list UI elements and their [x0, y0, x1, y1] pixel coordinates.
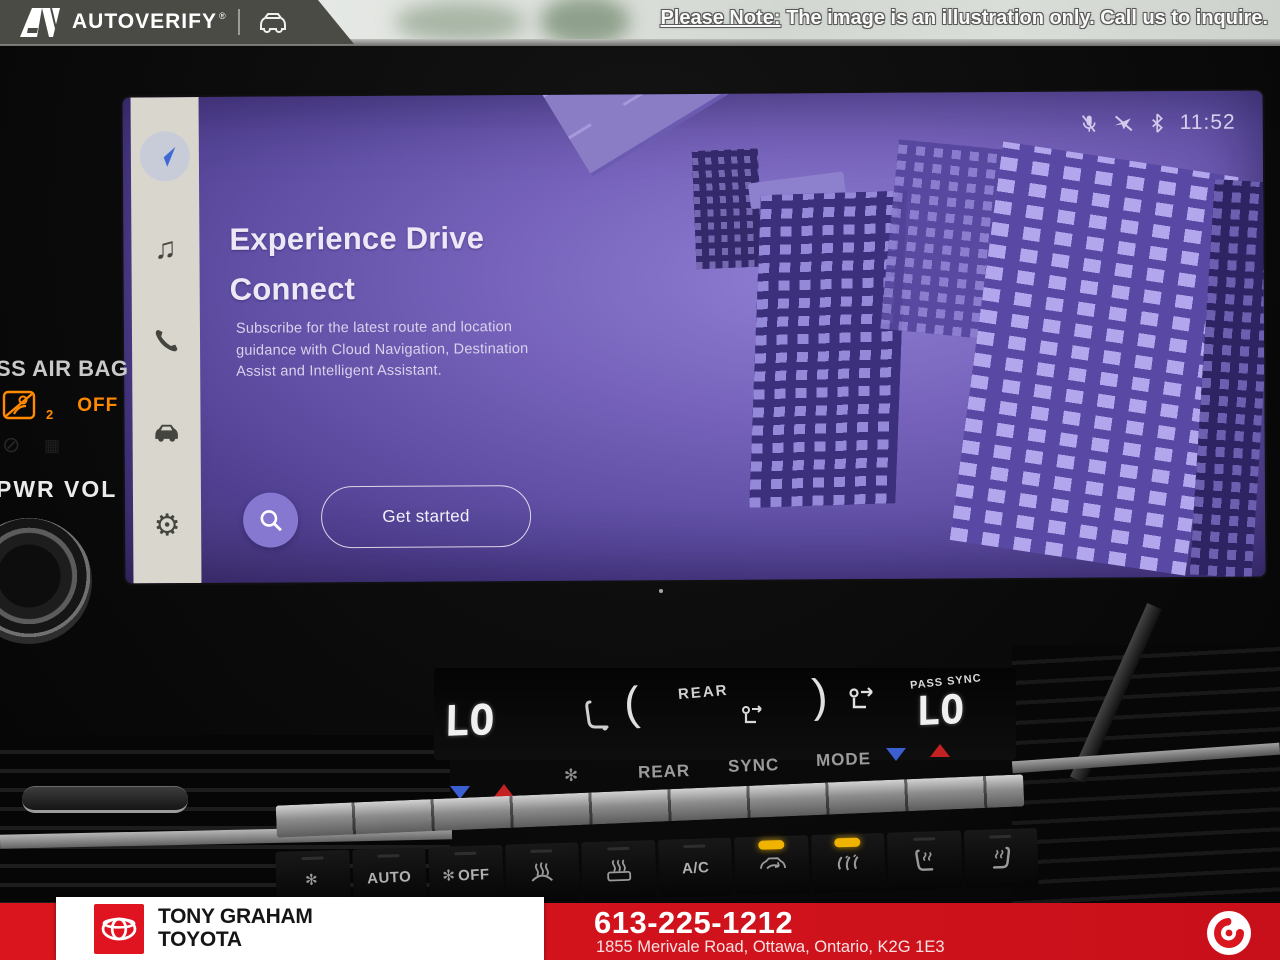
- screen-sidebar: ♫ ⚙: [131, 97, 202, 583]
- temp-up-arrow-right: [930, 744, 950, 757]
- airbag-indicator: 2 OFF: [2, 390, 118, 422]
- dealer-name-line2: TOYOTA: [158, 929, 313, 951]
- dealer-card: TONY GRAHAM TOYOTA: [56, 897, 544, 960]
- ac-label: A/C: [681, 859, 709, 877]
- fresh-air-icon: [834, 853, 863, 874]
- airbag-icon-number: 2: [46, 407, 53, 422]
- sidebar-item-settings[interactable]: ⚙: [133, 491, 201, 562]
- auto-label: AUTO: [367, 868, 412, 887]
- right-air-vent: [1012, 645, 1280, 903]
- get-started-button[interactable]: Get started: [321, 485, 531, 548]
- headline-line1: Experience Drive: [229, 213, 484, 265]
- toyota-emblem-icon: [99, 909, 139, 949]
- dealership-photo: AUTOVERIFY® Please Note: The image is an…: [0, 0, 1280, 960]
- navigation-arrow-icon: [151, 142, 179, 170]
- notice-rest: The image is an illustration only. Call …: [781, 7, 1268, 29]
- airbag-off-icon: [2, 390, 44, 422]
- sidebar-item-vehicle[interactable]: [132, 398, 200, 469]
- rear-defrost-icon: [605, 858, 632, 883]
- sync-button-label: SYNC: [728, 755, 780, 777]
- dust-speck: [659, 589, 663, 593]
- mode-button-label: MODE: [816, 749, 872, 771]
- vent-adjuster-tab: [22, 786, 188, 813]
- front-defrost-icon: [529, 860, 556, 885]
- display-bracket-right: ): [810, 672, 828, 719]
- sidebar-item-media[interactable]: ♫: [131, 213, 199, 284]
- fan-speed-icon: ✻: [564, 766, 579, 786]
- indicator-light: [758, 840, 784, 850]
- seat-icon: [582, 698, 612, 734]
- seat-heat-icon: [913, 848, 936, 873]
- search-button[interactable]: [243, 492, 298, 547]
- fan-icon: ✻: [305, 871, 318, 889]
- rear-button-label: REAR: [638, 761, 691, 783]
- dealer-address: 1855 Merivale Road, Ottawa, Ontario, K2G…: [596, 938, 945, 957]
- gps-off-icon: [1113, 113, 1135, 133]
- seat-heat-right-button: [963, 828, 1038, 888]
- indicator-light: [834, 838, 860, 848]
- sidebar-item-phone[interactable]: [132, 306, 200, 377]
- notice-text: Please Note: The image is an illustratio…: [660, 7, 1268, 30]
- vehicle-icon: [151, 423, 183, 445]
- building-tower: [749, 191, 907, 508]
- autoverify-brand-text: AUTOVERIFY: [72, 10, 217, 34]
- dim-indicator-icon: ▦: [44, 436, 60, 456]
- dealer-phone: 613-225-1212: [594, 905, 793, 941]
- city-illustration: [543, 91, 1266, 581]
- airflow-face-icon: [844, 684, 878, 716]
- off-label: OFF: [457, 866, 489, 885]
- airflow-face-icon: [738, 702, 766, 730]
- passenger-airbag-label: SS AIR BAG: [0, 356, 129, 382]
- notice-label: Please Note:: [660, 7, 780, 29]
- dim-indicator-icon: ⊘: [2, 432, 20, 458]
- lane-markings: [568, 91, 979, 140]
- temp-down-arrow-right: [886, 748, 906, 761]
- fresh-air-button: [811, 833, 886, 893]
- ac-button: A/C: [658, 838, 733, 898]
- recirculation-icon: [756, 856, 787, 875]
- mic-muted-icon: [1081, 114, 1097, 134]
- search-icon: [258, 507, 284, 533]
- clock: 11:52: [1180, 111, 1236, 135]
- divider: [238, 9, 240, 35]
- phone-icon: [151, 326, 181, 356]
- display-bracket-left: (: [622, 680, 640, 727]
- front-defrost-button: [505, 842, 580, 902]
- registered-mark: ®: [219, 11, 226, 21]
- driver-temp-display: LO: [444, 695, 495, 746]
- dealer-name-line1: TONY GRAHAM: [158, 906, 313, 928]
- headline-line2: Connect: [230, 263, 485, 315]
- airbag-status: OFF: [77, 395, 118, 417]
- subscription-description: Subscribe for the latest route and locat…: [236, 317, 548, 383]
- infotainment-screen: ♫ ⚙: [123, 91, 1266, 584]
- autoverify-logo-icon: [18, 6, 64, 38]
- seat-heat-icon: [990, 846, 1013, 871]
- fan-icon: ✻: [442, 866, 455, 884]
- dealer-name: TONY GRAHAM TOYOTA: [158, 906, 313, 950]
- sidebar-item-navigation[interactable]: [131, 121, 199, 192]
- passenger-temp-display: LO: [916, 687, 964, 735]
- rear-defrost-button: [581, 840, 656, 900]
- tony-graham-emblem-icon: [1206, 910, 1252, 956]
- screen-status-bar: 11:52: [1081, 111, 1236, 136]
- toyota-logo-square: [94, 904, 144, 954]
- settings-gear-icon: ⚙: [154, 511, 181, 541]
- foliage-blur: [395, 2, 525, 42]
- recirculation-button: [734, 835, 809, 895]
- headline: Experience Drive Connect: [229, 213, 484, 315]
- seat-heat-left-button: [887, 830, 962, 890]
- autoverify-watermark-bar: AUTOVERIFY®: [0, 0, 360, 44]
- car-icon: [256, 11, 290, 33]
- power-volume-label: PWR VOL: [0, 476, 117, 503]
- bluetooth-icon: [1151, 113, 1164, 133]
- get-started-label: Get started: [382, 506, 470, 527]
- music-icon: ♫: [154, 234, 177, 264]
